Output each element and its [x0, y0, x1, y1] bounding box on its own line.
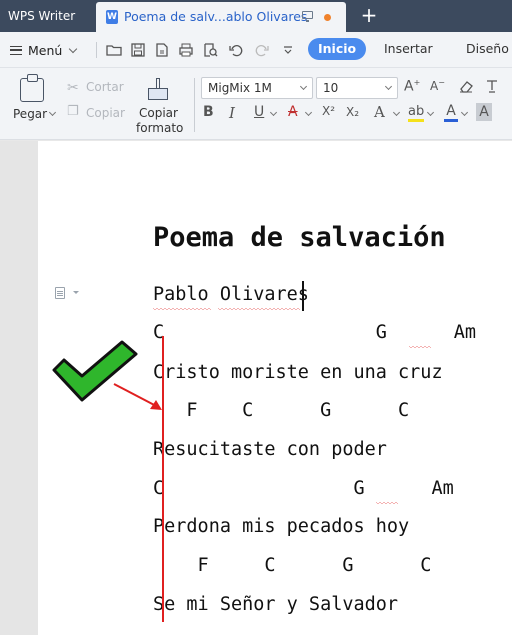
new-tab-button[interactable]: + — [358, 2, 380, 30]
document-tab-title: Poema de salv...ablo Olivares — [124, 9, 308, 24]
save-icon[interactable] — [130, 42, 146, 58]
underline-dropdown-icon[interactable] — [269, 108, 278, 117]
clear-format-icon[interactable] — [458, 78, 474, 98]
app-home-tab[interactable]: WPS Writer — [0, 0, 94, 32]
print-preview-icon[interactable] — [202, 42, 218, 58]
export-pdf-icon[interactable] — [154, 42, 170, 58]
highlight-icon[interactable]: ab — [408, 104, 425, 122]
subscript-icon[interactable]: X₂ — [346, 105, 359, 119]
document-tab[interactable]: W Poema de salv...ablo Olivares — [96, 2, 346, 32]
font-color-icon[interactable]: A — [444, 104, 458, 122]
cut-button[interactable]: Cortar — [86, 80, 124, 94]
text-effect-dropdown-icon[interactable] — [392, 108, 401, 117]
text-effect-icon[interactable]: A — [374, 103, 385, 121]
undo-icon[interactable] — [228, 42, 244, 58]
app-name: WPS Writer — [8, 9, 76, 23]
hamburger-icon — [10, 45, 22, 55]
monitor-icon[interactable] — [302, 11, 313, 22]
paragraph-dropdown-icon[interactable] — [73, 291, 79, 294]
format-painter-label-1[interactable]: Copiar — [139, 106, 178, 120]
copy-icon: ❐ — [67, 104, 79, 119]
annotation-red-line — [162, 336, 164, 622]
chord-line[interactable]: C G Am — [153, 478, 454, 499]
copy-button[interactable]: Copiar — [86, 106, 125, 120]
paste-dropdown-icon[interactable] — [48, 108, 57, 117]
title-bar: WPS Writer W Poema de salv...ablo Olivar… — [0, 0, 512, 32]
underline-icon[interactable]: U — [254, 104, 264, 120]
annotation-arrow-icon — [113, 383, 162, 410]
lyric-line[interactable]: Resucitaste con poder — [153, 439, 387, 460]
redo-icon[interactable] — [254, 42, 270, 58]
lyric-line[interactable]: Perdona mis pecados hoy — [153, 516, 409, 537]
shrink-font-icon[interactable]: A− — [430, 78, 445, 93]
main-menu-label: Menú — [28, 42, 63, 58]
spellcheck-underline — [376, 502, 398, 505]
scissors-icon: ✂ — [67, 80, 79, 96]
font-name-select[interactable]: MigMix 1M — [201, 77, 313, 99]
tab-insertar[interactable]: Insertar — [374, 38, 443, 60]
highlight-dropdown-icon[interactable] — [426, 108, 435, 117]
tab-inicio[interactable]: Inicio — [308, 38, 367, 60]
chevron-down-icon — [69, 44, 78, 53]
text-cursor — [302, 281, 304, 311]
spellcheck-underline — [153, 308, 211, 311]
font-size-value: 10 — [323, 81, 339, 95]
chord-line[interactable]: F C G C — [153, 555, 432, 576]
grow-font-icon[interactable]: A+ — [404, 78, 420, 95]
ribbon-toolbar: Pegar ✂ Cortar ❐ Copiar Copiar formato M… — [0, 68, 512, 140]
document-title[interactable]: Poema de salvación — [153, 222, 446, 253]
divider — [194, 78, 195, 132]
writer-doc-icon: W — [106, 10, 118, 24]
font-size-select[interactable]: 10 — [316, 77, 398, 99]
format-painter-label-2[interactable]: formato — [136, 121, 183, 135]
divider — [96, 42, 97, 58]
font-name-value: MigMix 1M — [208, 81, 272, 95]
chord-line[interactable]: C G Am — [153, 322, 476, 343]
italic-icon[interactable]: I — [229, 104, 235, 122]
superscript-icon[interactable]: X² — [322, 104, 335, 118]
paragraph-handle-icon[interactable] — [55, 287, 65, 299]
main-menu-button[interactable]: Menú — [10, 39, 78, 61]
tab-diseno[interactable]: Diseño — [456, 38, 512, 60]
paste-icon[interactable] — [20, 74, 44, 102]
strikethrough-icon[interactable]: A — [288, 104, 298, 120]
char-settings-icon[interactable] — [484, 78, 500, 98]
unsaved-dot-icon[interactable] — [324, 14, 331, 21]
spellcheck-underline — [218, 308, 300, 311]
strikethrough-dropdown-icon[interactable] — [304, 108, 313, 117]
spellcheck-underline — [409, 346, 431, 349]
paste-button-label[interactable]: Pegar — [13, 107, 47, 121]
lyric-line[interactable]: Cristo moriste en una cruz — [153, 362, 443, 383]
menu-bar: Menú Inicio Insertar Diseño — [0, 32, 512, 68]
author-line[interactable]: Pablo Olivares — [153, 284, 309, 305]
font-color-dropdown-icon[interactable] — [460, 108, 469, 117]
format-painter-icon[interactable] — [148, 78, 168, 102]
chord-line[interactable]: F C G C — [153, 400, 409, 421]
customize-toolbar-icon[interactable] — [280, 42, 296, 58]
print-icon[interactable] — [178, 42, 194, 58]
lyric-line[interactable]: Se mi Señor y Salvador — [153, 594, 398, 615]
open-folder-icon[interactable] — [106, 42, 122, 58]
bold-icon[interactable]: B — [203, 104, 214, 120]
char-shading-icon[interactable]: A — [476, 103, 492, 121]
